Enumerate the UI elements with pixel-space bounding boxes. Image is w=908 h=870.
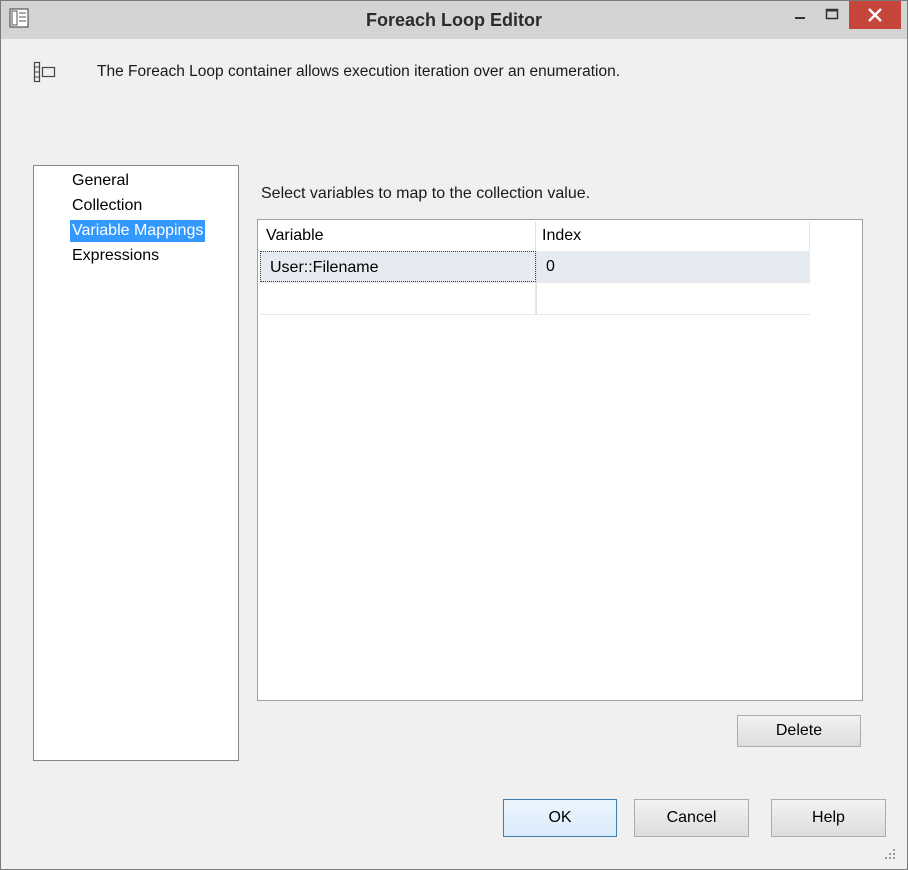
nav-item-general[interactable]: General xyxy=(70,170,131,192)
delete-button[interactable]: Delete xyxy=(737,715,861,747)
minimize-icon[interactable] xyxy=(786,5,814,25)
foreach-loop-editor-window: Foreach Loop Editor The Foreach Loop con… xyxy=(0,0,908,870)
mapping-prompt: Select variables to map to the collectio… xyxy=(261,185,591,202)
cancel-button[interactable]: Cancel xyxy=(634,799,749,837)
variable-cell[interactable]: User::Filename xyxy=(260,251,536,282)
resize-grip-icon[interactable] xyxy=(883,847,897,861)
dialog-body: The Foreach Loop container allows execut… xyxy=(9,39,899,861)
new-row[interactable] xyxy=(260,282,810,315)
close-button[interactable] xyxy=(849,1,901,29)
nav-item-expressions[interactable]: Expressions xyxy=(70,245,161,267)
maximize-icon[interactable] xyxy=(818,5,846,25)
variable-mappings-grid[interactable]: Variable Index User::Filename 0 xyxy=(257,219,863,701)
window-title: Foreach Loop Editor xyxy=(365,10,542,30)
nav-item-collection[interactable]: Collection xyxy=(70,195,144,217)
index-cell[interactable]: 0 xyxy=(536,251,810,282)
page-navigation-list: General Collection Variable Mappings Exp… xyxy=(33,165,239,761)
column-header-index[interactable]: Index xyxy=(536,222,810,250)
new-row-variable-cell[interactable] xyxy=(260,283,536,314)
table-row[interactable]: User::Filename 0 xyxy=(260,251,810,282)
new-row-index-cell[interactable] xyxy=(536,283,810,314)
foreach-container-icon xyxy=(33,61,56,83)
ok-button[interactable]: OK xyxy=(503,799,617,837)
close-icon xyxy=(868,8,882,22)
help-button[interactable]: Help xyxy=(771,799,886,837)
title-bar[interactable]: Foreach Loop Editor xyxy=(1,1,907,39)
nav-item-variable-mappings[interactable]: Variable Mappings xyxy=(70,220,206,242)
dialog-description: The Foreach Loop container allows execut… xyxy=(97,63,621,80)
column-header-variable[interactable]: Variable xyxy=(260,222,536,250)
